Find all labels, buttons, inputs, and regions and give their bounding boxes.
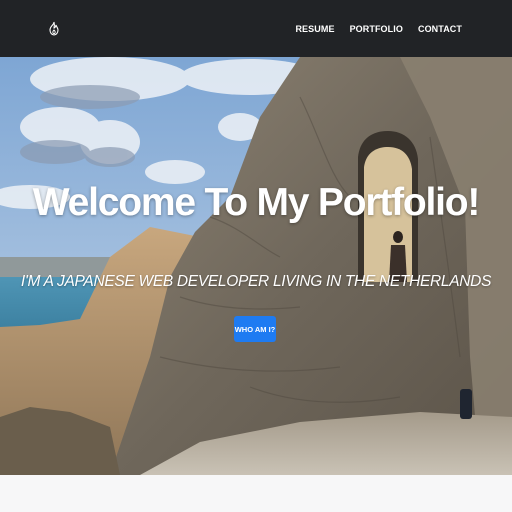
- hero-subtitle: I'M A JAPANESE WEB DEVELOPER LIVING IN T…: [20, 273, 492, 290]
- nav-link-contact[interactable]: CONTACT: [418, 24, 462, 34]
- nav-link-portfolio[interactable]: PORTFOLIO: [350, 24, 403, 34]
- flame-icon[interactable]: [46, 19, 62, 37]
- hero-title: Welcome To My Portfolio!: [32, 181, 481, 224]
- navbar: RESUME PORTFOLIO CONTACT: [0, 0, 512, 57]
- nav-link-resume[interactable]: RESUME: [295, 24, 334, 34]
- below-fold-section: [0, 475, 512, 512]
- who-am-i-button[interactable]: WHO AM I?: [234, 316, 276, 342]
- hero-background-photo: [0, 57, 512, 475]
- hero-section: Welcome To My Portfolio! I'M A JAPANESE …: [0, 57, 512, 475]
- nav-links: RESUME PORTFOLIO CONTACT: [295, 0, 462, 57]
